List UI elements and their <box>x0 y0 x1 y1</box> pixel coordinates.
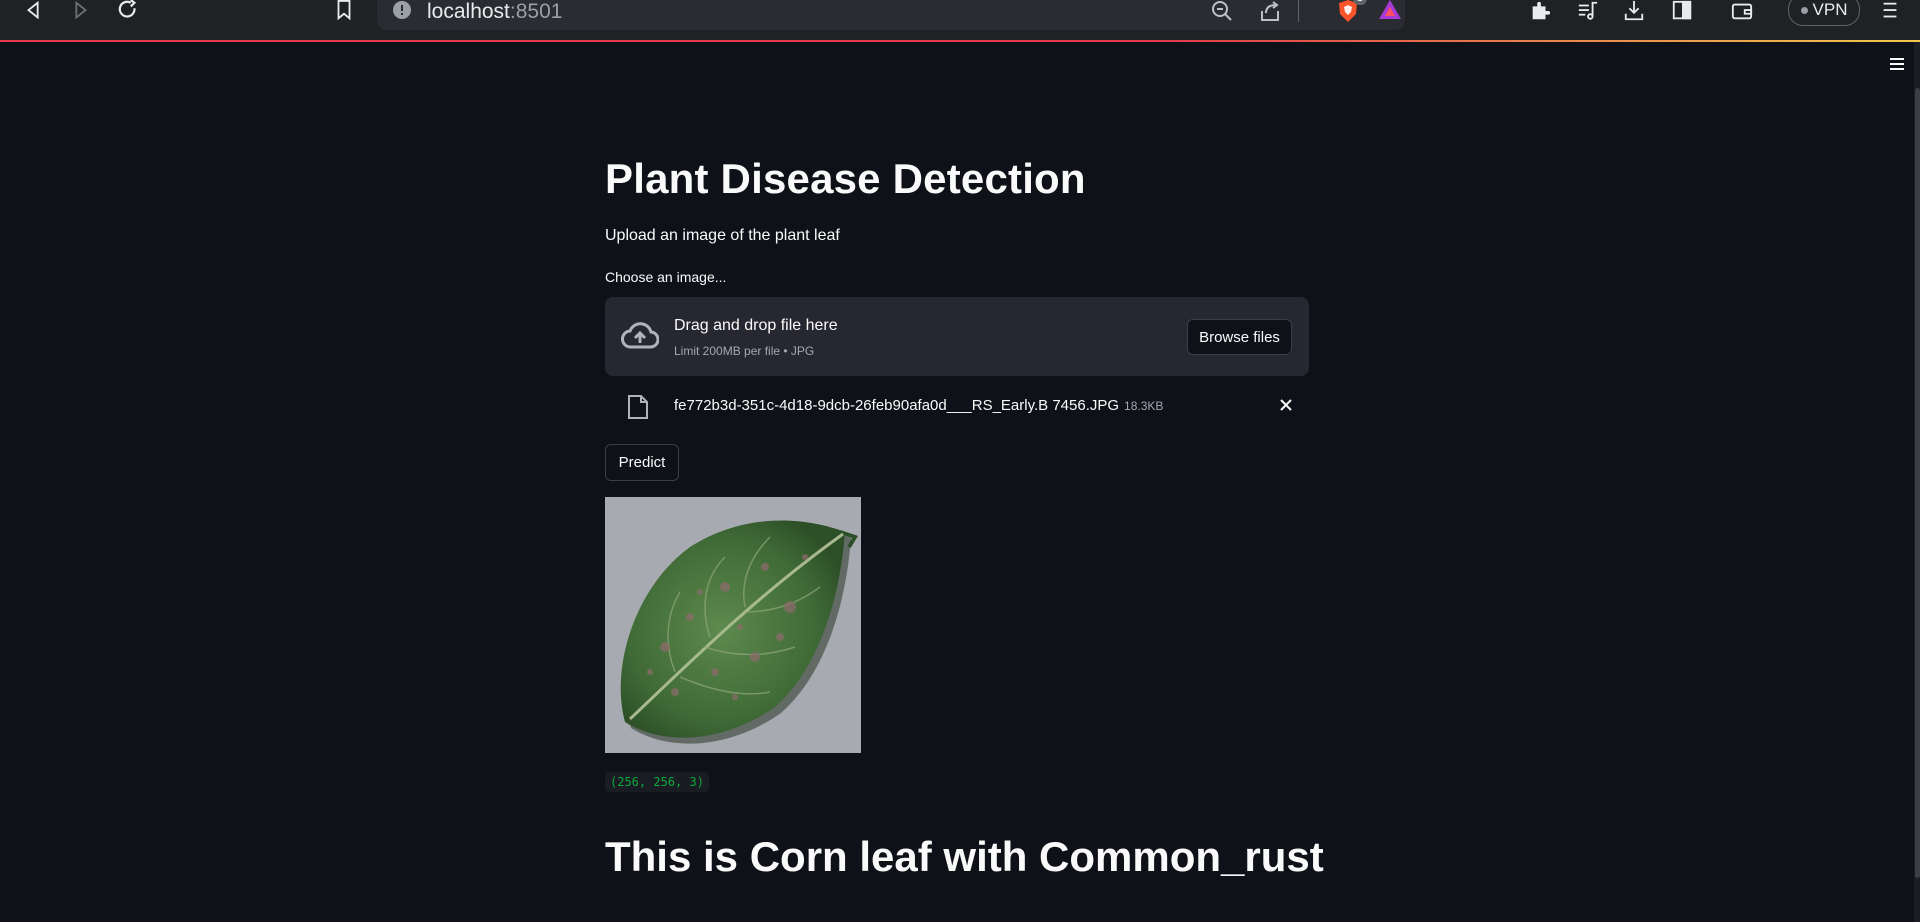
uploader-label: Choose an image... <box>605 269 727 285</box>
file-icon <box>628 395 648 419</box>
back-icon[interactable] <box>20 0 48 22</box>
browse-files-button[interactable]: Browse files <box>1187 319 1292 355</box>
zoom-out-icon[interactable] <box>1210 0 1236 23</box>
uploaded-leaf-image <box>605 497 861 753</box>
uploaded-file-name: fe772b3d-351c-4d18-9dcb-26feb90afa0d___R… <box>674 397 1163 414</box>
bookmark-icon[interactable] <box>330 0 358 22</box>
remove-file-icon[interactable] <box>1277 396 1295 414</box>
predict-button[interactable]: Predict <box>605 444 679 481</box>
forward-icon[interactable] <box>66 0 94 22</box>
scrollbar[interactable] <box>1914 42 1920 922</box>
dropzone-limit: Limit 200MB per file • JPG <box>674 344 815 358</box>
reload-icon[interactable] <box>114 0 142 22</box>
wallet-icon[interactable] <box>1728 0 1756 22</box>
prediction-result: This is Corn leaf with Common_rust <box>605 833 1324 880</box>
cloud-upload-icon <box>621 322 659 349</box>
vpn-label: VPN <box>1812 0 1848 19</box>
url-port: :8501 <box>509 0 563 23</box>
app-menu-icon[interactable] <box>1888 55 1906 73</box>
file-dropzone[interactable]: Drag and drop file here Limit 200MB per … <box>605 297 1309 376</box>
site-info-icon[interactable] <box>393 1 411 19</box>
vpn-button[interactable]: VPN <box>1788 0 1860 26</box>
uploaded-file-row: fe772b3d-351c-4d18-9dcb-26feb90afa0d___R… <box>605 392 1309 420</box>
leaf-photo <box>605 497 861 753</box>
url-host: localhost <box>427 0 510 23</box>
image-shape-code: (256, 256, 3) <box>605 772 709 792</box>
extensions-icon[interactable] <box>1526 0 1554 22</box>
page-title: Plant Disease Detection <box>605 155 1086 202</box>
url-separator <box>1298 0 1299 22</box>
url-text[interactable]: localhost:8501 <box>427 0 562 24</box>
downloads-icon[interactable] <box>1620 0 1648 22</box>
vpn-status-dot <box>1800 6 1808 14</box>
uploaded-file-name-text: fe772b3d-351c-4d18-9dcb-26feb90afa0d___R… <box>674 397 1120 414</box>
menu-icon[interactable] <box>1876 0 1904 22</box>
brave-rewards-icon[interactable] <box>1377 0 1403 22</box>
share-icon[interactable] <box>1258 0 1284 23</box>
dropzone-title: Drag and drop file here <box>674 317 838 334</box>
page-load-indicator <box>0 40 1920 42</box>
address-bar[interactable]: localhost:8501 1 <box>377 0 1405 30</box>
uploaded-file-size: 18.3KB <box>1124 399 1164 413</box>
browser-toolbar: localhost:8501 1 VPN <box>0 0 1920 42</box>
page-subtitle: Upload an image of the plant leaf <box>605 227 840 244</box>
sidebar-icon[interactable] <box>1668 0 1696 22</box>
media-icon[interactable] <box>1574 0 1602 22</box>
scrollbar-thumb[interactable] <box>1915 88 1920 878</box>
